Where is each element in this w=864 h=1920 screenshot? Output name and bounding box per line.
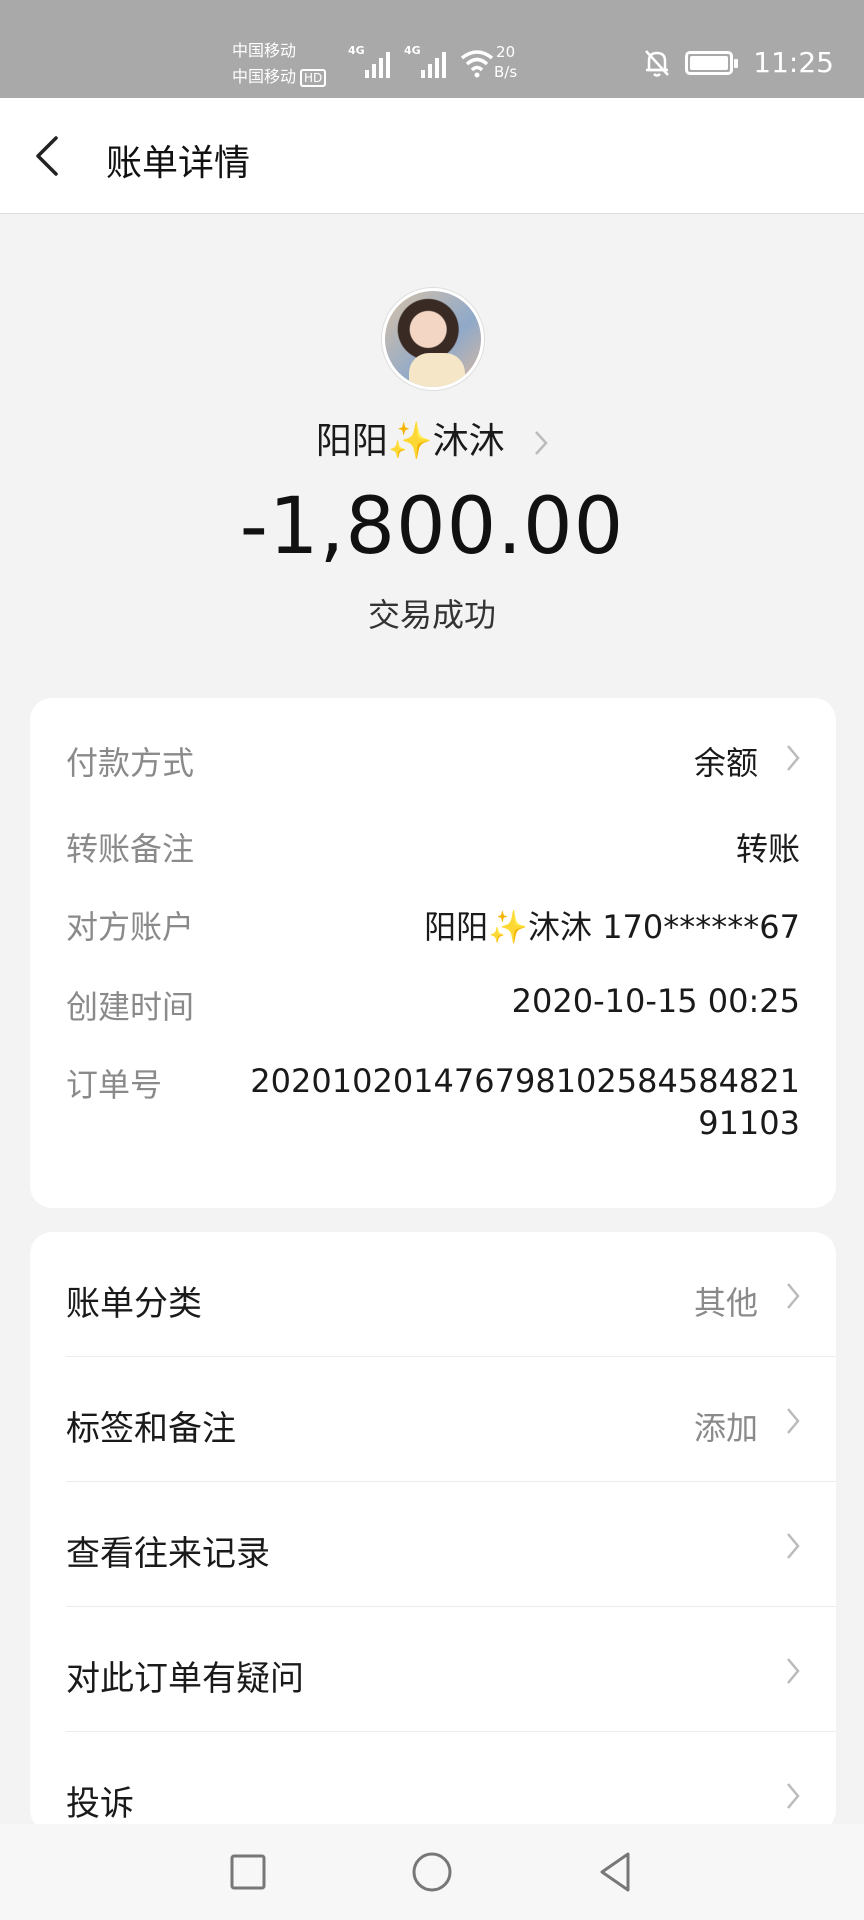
chevron-right-icon (787, 1658, 800, 1684)
action-row-order-question[interactable]: 对此订单有疑问 (66, 1607, 836, 1732)
details-card: 付款方式 余额 转账备注 转账 对方账户 阳阳✨沐沐 170******67 创… (30, 698, 836, 1208)
carrier-1-label: 中国移动 (232, 41, 297, 60)
system-nav-bar (0, 1824, 864, 1920)
back-triangle-icon[interactable] (592, 1848, 640, 1896)
payee-avatar[interactable] (382, 288, 484, 390)
detail-key: 创建时间 (66, 988, 195, 1026)
payee-name-row[interactable]: 阳阳✨沐沐 (0, 412, 864, 464)
action-label: 查看往来记录 (66, 1534, 270, 1574)
detail-value: 2020-10-15 00:25 (511, 982, 800, 1020)
carrier-info: 中国移动 中国移动 HD (232, 38, 327, 90)
action-row-bill-category[interactable]: 账单分类 其他 (66, 1232, 836, 1357)
detail-value: 余额 (693, 744, 758, 782)
detail-key: 付款方式 (66, 744, 195, 782)
clock: 11:25 (753, 46, 834, 79)
signal-2-icon: 4G (404, 44, 446, 78)
transaction-amount: -1,800.00 (239, 482, 625, 572)
action-row-tags-notes[interactable]: 标签和备注 添加 (66, 1357, 836, 1482)
detail-key: 转账备注 (66, 830, 195, 868)
detail-value: 阳阳✨沐沐 170******67 (424, 908, 800, 946)
mute-bell-icon (645, 49, 670, 77)
transaction-status: 交易成功 (367, 596, 496, 634)
action-value: 其他 (693, 1284, 758, 1322)
action-label: 标签和备注 (66, 1409, 236, 1449)
action-value: 添加 (693, 1409, 758, 1447)
chevron-right-icon (535, 431, 548, 455)
detail-key: 订单号 (66, 1066, 163, 1104)
detail-key: 对方账户 (66, 908, 195, 946)
action-row-view-records[interactable]: 查看往来记录 (66, 1482, 836, 1607)
speed-value: 20 (496, 43, 516, 61)
carrier-2-label: 中国移动 (232, 67, 297, 86)
signal-indicators: 4G 4G (348, 44, 494, 78)
action-label: 对此订单有疑问 (66, 1659, 304, 1699)
page-title: 账单详情 (106, 143, 251, 184)
chevron-right-icon (787, 745, 800, 771)
net-2-label: 4G (404, 44, 421, 57)
chevron-right-icon (787, 1783, 800, 1809)
status-bar: 中国移动 中国移动 HD 4G 4G 20 B/s 11:25 (0, 0, 864, 98)
home-circle-icon[interactable] (408, 1848, 456, 1896)
hd-badge: HD (300, 69, 327, 87)
action-label: 投诉 (66, 1784, 134, 1824)
signal-1-icon: 4G (348, 44, 390, 78)
recents-square-icon[interactable] (224, 1848, 272, 1896)
chevron-right-icon (787, 1283, 800, 1309)
status-right: 11:25 (643, 46, 834, 79)
payee-name: 阳阳✨沐沐 (315, 421, 505, 462)
action-label: 账单分类 (66, 1284, 202, 1324)
back-arrow-icon[interactable] (30, 132, 70, 180)
chevron-right-icon (787, 1533, 800, 1559)
detail-value: 转账 (735, 830, 800, 868)
actions-card: 账单分类 其他 标签和备注 添加 查看往来记录 对此订单有疑问 投诉 (30, 1232, 836, 1832)
chevron-right-icon (787, 1408, 800, 1434)
wifi-icon (460, 50, 494, 78)
detail-value: 20201020147679810258458482191103 (250, 1062, 800, 1142)
battery-icon (685, 50, 739, 75)
network-speed: 20 B/s (494, 42, 517, 82)
net-1-label: 4G (348, 44, 365, 57)
title-bar: 账单详情 (0, 98, 864, 214)
speed-unit: B/s (494, 63, 518, 81)
